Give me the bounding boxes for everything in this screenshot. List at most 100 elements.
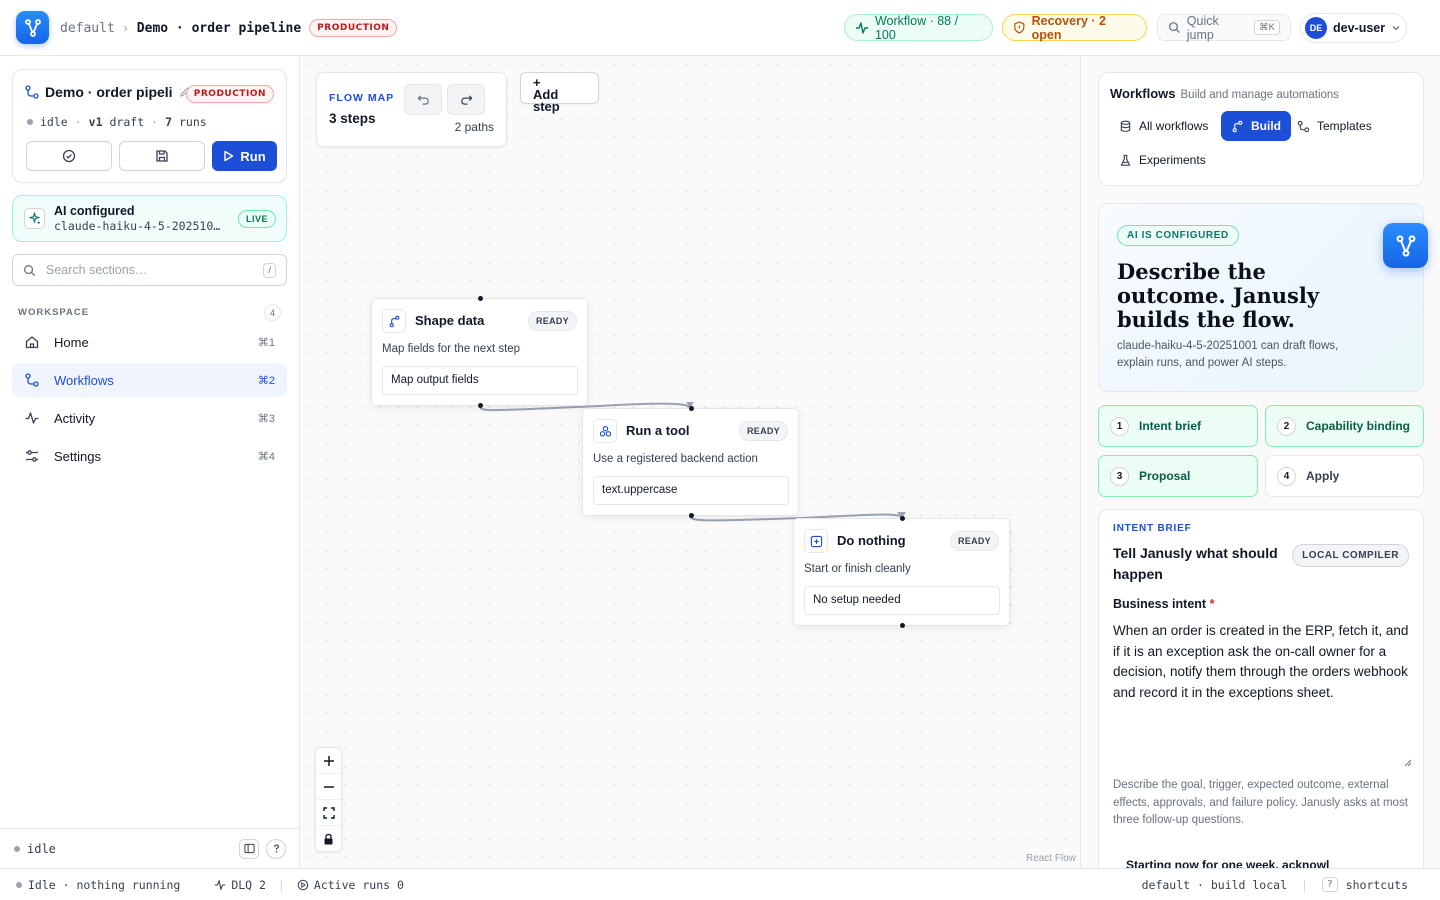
fit-view-button[interactable] [316,800,341,826]
step-label: Intent brief [1139,419,1201,433]
sidebar-item-label: Activity [54,410,96,426]
node-config-field[interactable]: No setup needed [804,586,1000,615]
janusly-logo [1383,223,1428,268]
wizard-step-intent-brief[interactable]: 1 Intent brief [1098,405,1258,447]
breadcrumb-workspace[interactable]: default [60,21,115,36]
active-runs-indicator[interactable]: Active runs 0 [297,878,404,892]
pulse-icon [855,21,868,34]
recovery-label: Recovery · 2 open [1031,13,1106,42]
step-number: 2 [1277,416,1296,436]
breadcrumb: default › Demo · order pipeline PRODUCTI… [60,19,398,37]
tab-experiments[interactable]: Experiments [1109,145,1216,175]
check-circle-icon [62,149,76,163]
sidebar-item-workflows[interactable]: Workflows ⌘2 [12,363,287,397]
node-title: Do nothing [837,533,906,548]
save-button[interactable] [119,141,205,171]
shield-icon [1014,21,1025,34]
fullscreen-icon [322,806,335,819]
breadcrumb-separator: › [123,21,128,35]
quick-jump-label: Quick jump [1186,13,1219,42]
quick-jump-button[interactable]: Quick jump ⌘K [1157,13,1291,42]
tab-templates[interactable]: Templates [1287,111,1382,141]
flow-canvas[interactable]: FLOW MAP 3 steps 2 paths + Add step Shap… [300,56,1080,868]
ai-status-title: AI configured [54,204,135,218]
tab-build[interactable]: Build [1221,111,1291,141]
node-output-handle[interactable] [900,623,905,628]
zoom-in-button[interactable] [316,748,341,774]
sidebar: Demo · order pipeli PRODUCTION idle · v1… [0,56,300,868]
workflow-meta: idle · v1 draft · 7 runs [27,115,207,129]
plus-icon [323,755,334,766]
flow-node-run-tool[interactable]: Run a tool READY Use a registered backen… [582,406,799,518]
flow-node-shape-data[interactable]: Shape data READY Map fields for the next… [371,296,588,408]
wizard-step-capability-binding[interactable]: 2 Capability binding [1265,405,1424,447]
tab-label: Templates [1317,119,1372,133]
activity-icon [25,412,39,424]
business-intent-label: Business intent * [1113,597,1214,611]
ai-configured-badge: AI IS CONFIGURED [1117,225,1239,246]
workflow-title: Demo · order pipeli [25,84,191,100]
shortcuts-link[interactable]: shortcuts [1346,878,1408,892]
shortcuts-kbd: ? [1321,877,1338,892]
branch-icon [382,309,406,333]
recovery-pill[interactable]: Recovery · 2 open [1002,13,1147,42]
sidebar-item-settings[interactable]: Settings ⌘4 [12,439,287,473]
section-search-input[interactable]: Search sections… / [12,254,287,286]
collapse-sidebar-button[interactable] [239,838,259,859]
home-icon [25,336,39,349]
dlq-indicator[interactable]: DLQ 2 [214,878,266,892]
status-bar: Idle · nothing running DLQ 2 | Active ru… [0,868,1440,900]
run-button[interactable]: Run [212,141,277,171]
intent-brief-title: Tell Janusly what should happen [1113,545,1278,582]
lock-button[interactable] [316,826,341,852]
node-output-handle[interactable] [478,403,483,408]
workflow-version-state: draft [109,115,145,129]
ai-status-card[interactable]: AI configured claude-haiku-4-5-202510… L… [12,195,287,242]
node-input-handle[interactable] [689,406,694,411]
panel-subtitle: Build and manage automations [1180,89,1340,101]
app-logo[interactable] [16,11,49,44]
node-status-badge: READY [949,531,999,551]
zoom-out-button[interactable] [316,774,341,800]
workflow-env-badge: PRODUCTION [185,85,274,103]
status-state: Idle · nothing running [28,877,181,892]
wizard-step-apply[interactable]: 4 Apply [1265,455,1424,497]
flow-node-do-nothing[interactable]: Do nothing READY Start or finish cleanly… [793,516,1010,628]
node-input-handle[interactable] [900,516,905,521]
lock-icon [324,833,333,845]
node-description: Start or finish cleanly [804,563,911,575]
quick-jump-kbd: ⌘K [1254,20,1280,35]
ai-sparkle-icon [24,208,45,229]
footer-state: idle [27,841,56,856]
business-intent-help: Describe the goal, trigger, expected out… [1113,779,1408,826]
sidebar-item-home[interactable]: Home ⌘1 [12,325,287,359]
breadcrumb-pipeline[interactable]: Demo · order pipeline [137,21,301,36]
flask-icon [1120,154,1131,166]
node-config-field[interactable]: text.uppercase [593,476,789,505]
ai-live-badge: LIVE [237,210,276,228]
sidebar-item-shortcut: ⌘1 [257,336,275,349]
node-input-handle[interactable] [478,296,483,301]
node-config-field[interactable]: Map output fields [382,366,578,395]
business-intent-textarea[interactable]: When an order is created in the ERP, fet… [1113,621,1411,769]
sidebar-item-shortcut: ⌘3 [257,412,275,425]
workflow-score-label: Workflow · 88 / 100 [874,13,959,42]
workflow-icon [25,373,39,387]
sidebar-item-shortcut: ⌘2 [257,374,275,387]
tab-all-workflows[interactable]: All workflows [1109,111,1218,141]
minus-icon [323,785,334,788]
branch-icon [1232,120,1243,132]
workflow-score-pill[interactable]: Workflow · 88 / 100 [844,13,993,42]
user-menu[interactable]: DE dev-user [1300,13,1407,43]
step-number: 4 [1277,466,1296,486]
react-flow-attribution[interactable]: React Flow [1026,853,1076,864]
node-output-handle[interactable] [689,513,694,518]
validate-button[interactable] [26,141,112,171]
question-icon [273,844,279,853]
env-badge: PRODUCTION [309,19,398,37]
sidebar-item-activity[interactable]: Activity ⌘3 [12,401,287,435]
wizard-step-proposal[interactable]: 3 Proposal [1098,455,1258,497]
node-title: Shape data [415,313,485,328]
resize-handle-icon[interactable] [1403,758,1412,767]
help-button[interactable] [266,838,286,859]
